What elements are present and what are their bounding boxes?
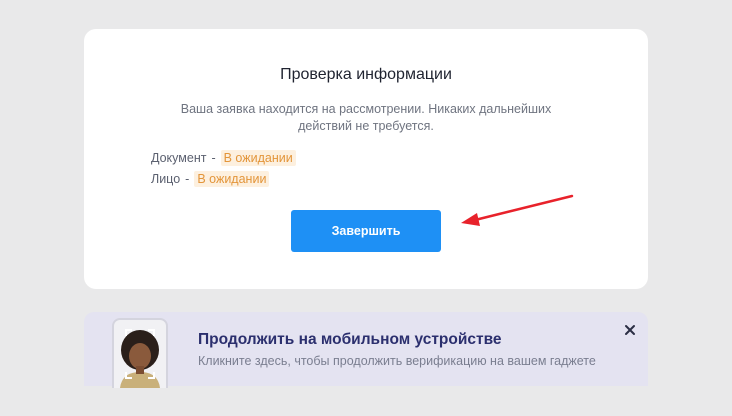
mobile-banner-title: Продолжить на мобильном устройстве — [198, 331, 502, 348]
page-title: Проверка информации — [280, 66, 452, 83]
verification-card: Проверка информации Ваша заявка находитс… — [84, 29, 648, 289]
status-row-face: Лицо - В ожидании — [151, 171, 270, 187]
status-badge: В ожидании — [194, 171, 270, 187]
status-separator: - — [211, 151, 216, 165]
status-badge: В ожидании — [220, 150, 296, 166]
close-icon[interactable] — [622, 322, 638, 338]
status-label: Лицо — [151, 172, 181, 186]
status-separator: - — [185, 172, 190, 186]
verification-description: Ваша заявка находится на рассмотрении. Н… — [180, 102, 552, 133]
mobile-banner-subtitle: Кликните здесь, чтобы продолжить верифик… — [198, 354, 596, 368]
status-row-document: Документ - В ожидании — [151, 150, 296, 166]
status-label: Документ — [151, 151, 207, 165]
red-arrow-icon — [461, 194, 574, 226]
phone-face-scan-icon — [112, 318, 168, 388]
finish-button[interactable]: Завершить — [291, 210, 441, 252]
continue-on-mobile-banner[interactable]: Продолжить на мобильном устройстве Кликн… — [84, 312, 648, 388]
